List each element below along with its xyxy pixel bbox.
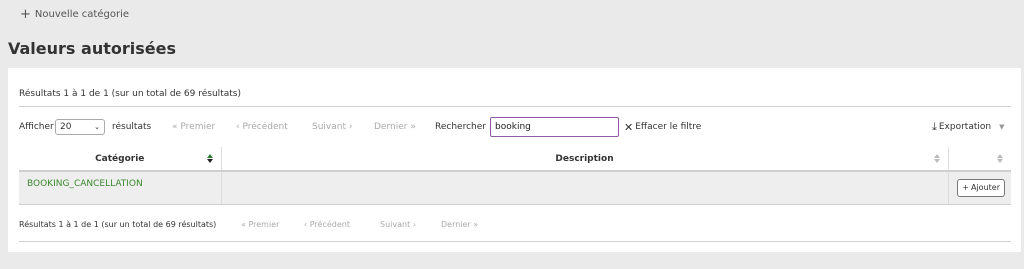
results-info-top: Résultats 1 à 1 de 1 (sur un total de 69… <box>19 89 241 99</box>
double-chevron-right-icon: » <box>473 219 479 229</box>
table-controls: Afficher 20 ⌄ résultats « Premier ‹ Préc… <box>19 116 1011 138</box>
double-chevron-left-icon: « <box>241 219 246 229</box>
pagination-next-button[interactable]: Suivant › <box>380 215 416 233</box>
double-chevron-right-icon: » <box>410 122 416 132</box>
actions-cell: + Ajouter <box>948 171 1011 205</box>
column-header-actions <box>948 147 1011 172</box>
page-length-select[interactable]: 20 ⌄ <box>55 119 105 135</box>
plus-icon: + <box>20 7 31 22</box>
pagination-previous-label: Précédent <box>309 219 350 229</box>
pagination-next-label: Suivant <box>380 219 411 229</box>
pagination-next-button[interactable]: Suivant › <box>312 116 352 138</box>
pagination-last-label: Dernier <box>374 122 408 132</box>
pagination-previous-button[interactable]: ‹ Précédent <box>304 215 350 233</box>
search-label: Rechercher : <box>435 122 492 132</box>
add-button-label: Ajouter <box>970 183 1000 193</box>
data-table: Catégorie Description BOOKING_CANCELLATI… <box>19 147 1011 205</box>
new-category-button[interactable]: + Nouvelle catégorie <box>20 8 129 21</box>
pagination-next-label: Suivant <box>312 122 346 132</box>
length-label-before: Afficher <box>19 122 54 132</box>
pagination-first-label: Premier <box>248 219 280 229</box>
search-input[interactable]: booking <box>490 117 619 137</box>
chevron-left-icon: ‹ <box>304 219 308 229</box>
sort-icon <box>997 154 1003 163</box>
table-row: BOOKING_CANCELLATION + Ajouter <box>19 171 1011 205</box>
pagination-last-button[interactable]: Dernier » <box>441 215 478 233</box>
export-button[interactable]: ⤓ Exportation ▼ <box>932 116 1004 138</box>
double-chevron-left-icon: « <box>172 122 178 132</box>
download-icon: ⤓ <box>932 120 937 133</box>
sort-icon <box>933 154 940 163</box>
sort-icon <box>206 154 213 163</box>
results-info-bottom-bar: Résultats 1 à 1 de 1 (sur un total de 69… <box>19 215 1011 233</box>
pagination-last-label: Dernier <box>441 219 471 229</box>
divider <box>19 241 1011 242</box>
pagination-previous-label: Précédent <box>242 122 288 132</box>
close-icon: ✕ <box>624 120 634 134</box>
export-label: Exportation <box>938 122 992 132</box>
add-button[interactable]: + Ajouter <box>957 178 1005 197</box>
chevron-left-icon: ‹ <box>236 122 240 132</box>
page-length-value: 20 <box>60 122 72 132</box>
chevron-right-icon: › <box>412 219 416 229</box>
category-link[interactable]: BOOKING_CANCELLATION <box>19 171 222 205</box>
length-label-after: résultats <box>112 122 152 132</box>
chevron-down-icon: ⌄ <box>94 123 100 131</box>
column-header-description[interactable]: Description <box>221 147 949 172</box>
new-category-label: Nouvelle catégorie <box>34 9 130 20</box>
column-header-category[interactable]: Catégorie <box>19 147 222 172</box>
column-header-description-label: Description <box>555 153 614 164</box>
pagination-previous-button[interactable]: ‹ Précédent <box>236 116 288 138</box>
page-title: Valeurs autorisées <box>8 39 176 58</box>
search-input-value: booking <box>495 122 531 132</box>
divider <box>19 106 1011 107</box>
pagination-last-button[interactable]: Dernier » <box>374 116 416 138</box>
pagination-first-label: Premier <box>180 122 216 132</box>
description-cell <box>221 171 949 205</box>
pagination-first-button[interactable]: « Premier <box>241 215 279 233</box>
clear-filter-label: Effacer le filtre <box>635 122 702 132</box>
table-panel: Résultats 1 à 1 de 1 (sur un total de 69… <box>8 68 1021 252</box>
pagination-first-button[interactable]: « Premier <box>172 116 215 138</box>
caret-down-icon: ▼ <box>999 123 1005 131</box>
clear-filter-button[interactable]: ✕ Effacer le filtre <box>624 116 701 138</box>
plus-icon: + <box>962 183 969 193</box>
column-header-category-label: Catégorie <box>95 153 145 164</box>
results-info-bottom: Résultats 1 à 1 de 1 (sur un total de 69… <box>19 219 217 229</box>
chevron-right-icon: › <box>348 122 353 132</box>
